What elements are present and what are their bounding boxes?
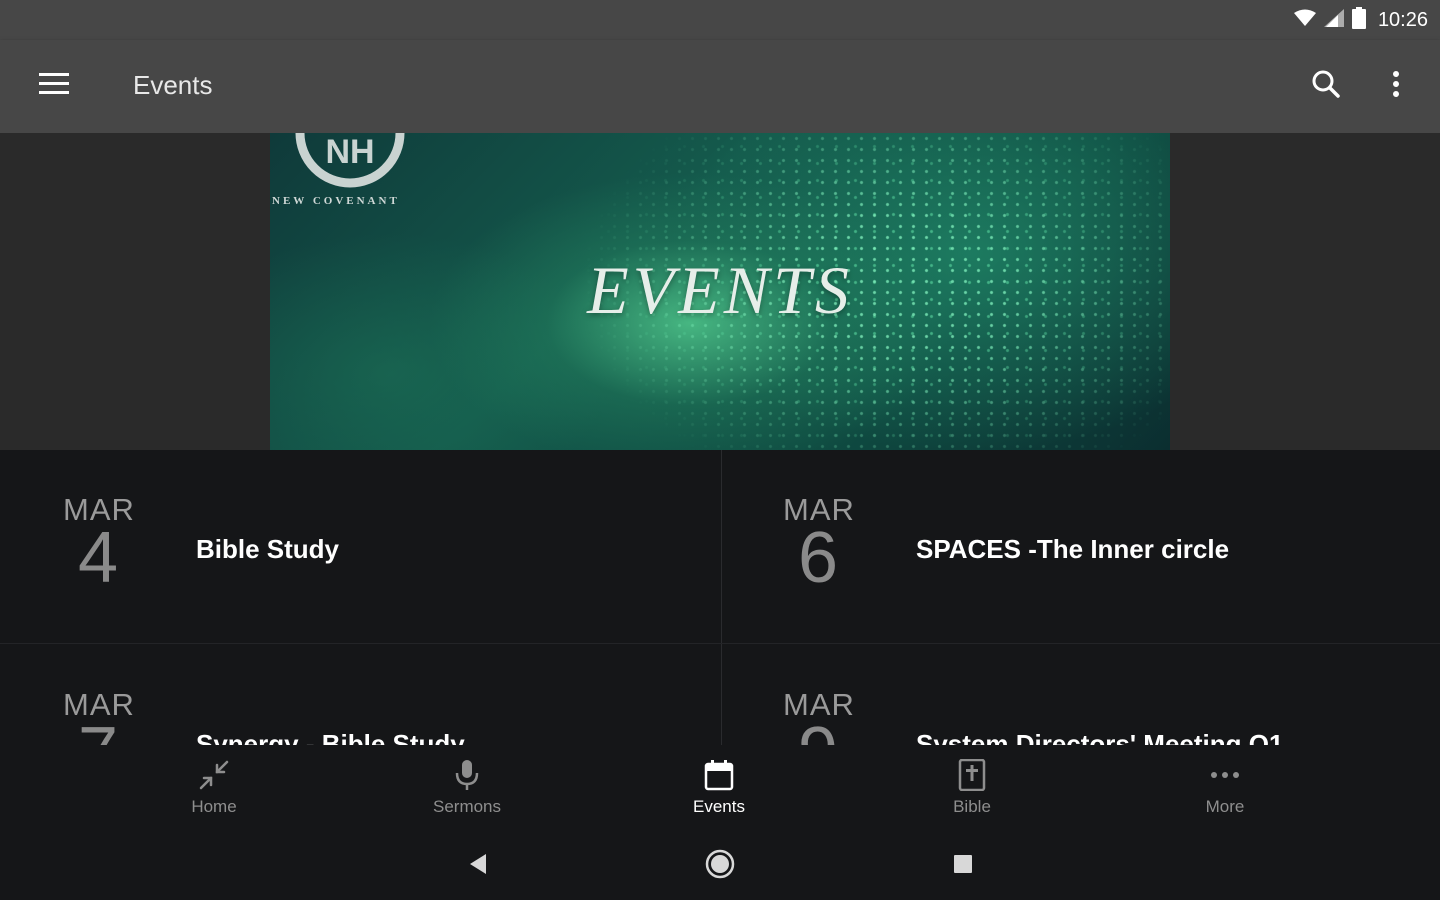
cell-signal-icon	[1323, 8, 1344, 32]
wifi-icon	[1293, 9, 1316, 32]
nav-sermons[interactable]: Sermons	[397, 745, 537, 830]
hero-container: NH NEW COVENANT EVENTS	[0, 133, 1440, 450]
church-logo: NH NEW COVENANT	[270, 133, 440, 223]
bible-icon	[954, 757, 990, 793]
app-bar: Events	[0, 40, 1440, 133]
event-day: 6	[797, 518, 839, 598]
vertical-dots-icon	[1392, 70, 1400, 102]
search-icon	[1311, 69, 1341, 104]
nav-label: Bible	[953, 797, 991, 816]
nav-more[interactable]: More	[1155, 745, 1295, 830]
bottom-navigation: Home Sermons Events Bible More	[0, 745, 1440, 830]
overflow-menu-button[interactable]	[1372, 62, 1420, 110]
nav-label: Sermons	[432, 797, 502, 816]
nav-bible[interactable]: Bible	[902, 745, 1042, 830]
event-item[interactable]: MAR 4 Bible Study	[0, 450, 720, 643]
back-button[interactable]	[458, 846, 498, 886]
event-item[interactable]: MAR 6 SPACES -The Inner circle	[720, 450, 1440, 643]
hero-banner: NH NEW COVENANT EVENTS	[270, 133, 1170, 450]
home-circle-icon	[705, 849, 735, 884]
status-bar: 10:26	[0, 0, 1440, 40]
event-item[interactable]: MAR 9 System Directors' Meeting Q1	[720, 645, 1440, 750]
logo-mark-text: NH	[325, 133, 374, 171]
event-day: 4	[77, 518, 119, 598]
status-time: 10:26	[1377, 8, 1428, 31]
recents-square-icon	[953, 854, 973, 879]
home-button[interactable]	[700, 846, 740, 886]
recents-button[interactable]	[943, 846, 983, 886]
calendar-icon	[701, 757, 737, 793]
home-collapse-icon	[196, 757, 232, 793]
back-triangle-icon	[468, 853, 488, 880]
search-button[interactable]	[1302, 62, 1350, 110]
more-dots-icon	[1207, 757, 1243, 793]
battery-icon	[1351, 6, 1366, 34]
system-navigation-bar	[0, 830, 1440, 900]
nav-events[interactable]: Events	[649, 745, 789, 830]
event-title: Bible Study	[196, 534, 340, 564]
nav-home[interactable]: Home	[144, 745, 284, 830]
hero-title: EVENTS	[587, 252, 853, 328]
row-divider	[0, 643, 1440, 644]
nav-label: Events	[693, 797, 745, 816]
hamburger-icon	[39, 72, 69, 100]
nav-label: Home	[191, 797, 237, 816]
page-title: Events	[133, 70, 213, 100]
event-title: SPACES -The Inner circle	[916, 534, 1230, 564]
events-list: MAR 4 Bible Study MAR 6 SPACES -The Inne…	[0, 450, 1440, 750]
event-item[interactable]: MAR 7 Synergy - Bible Study	[0, 645, 720, 750]
logo-wordmark: NEW COVENANT	[272, 195, 400, 207]
menu-button[interactable]	[30, 64, 78, 108]
nav-label: More	[1205, 797, 1245, 816]
microphone-icon	[449, 757, 485, 793]
